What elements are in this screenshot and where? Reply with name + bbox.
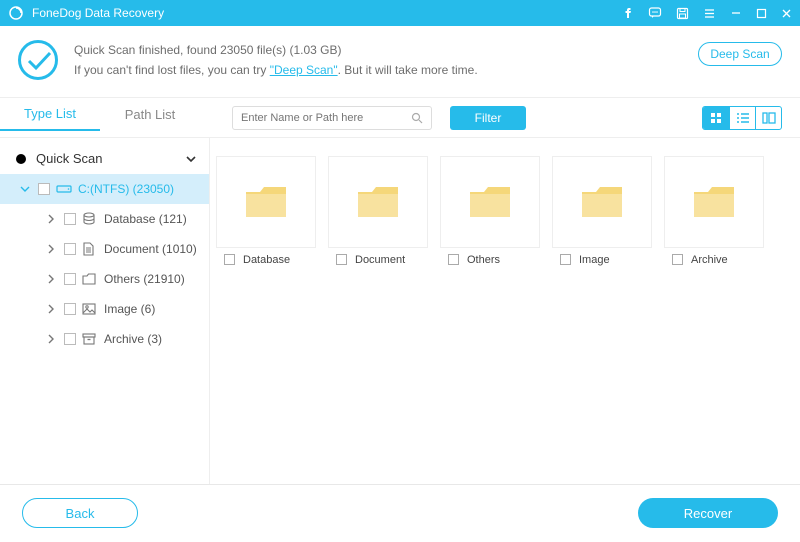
- checkbox[interactable]: [64, 333, 76, 345]
- tree-item-label: Archive (3): [104, 332, 162, 346]
- recover-button[interactable]: Recover: [638, 498, 778, 528]
- filter-button[interactable]: Filter: [450, 106, 526, 130]
- checkbox[interactable]: [64, 303, 76, 315]
- facebook-icon[interactable]: [622, 7, 634, 19]
- banner-text: Quick Scan finished, found 23050 file(s)…: [74, 40, 698, 81]
- view-toggle: [702, 106, 782, 130]
- folder-label: Image: [579, 254, 610, 266]
- check-circle-icon: [18, 40, 58, 80]
- search-box[interactable]: [232, 106, 432, 130]
- folder-icon: [692, 184, 736, 220]
- folder-icon: [244, 184, 288, 220]
- chevron-right-icon[interactable]: [44, 334, 58, 344]
- scan-summary: Quick Scan finished, found 23050 file(s)…: [74, 40, 698, 60]
- app-logo-icon: [8, 5, 24, 21]
- deep-scan-button[interactable]: Deep Scan: [698, 42, 782, 66]
- folder-icon: [468, 184, 512, 220]
- database-icon: [82, 212, 98, 226]
- chevron-right-icon[interactable]: [44, 304, 58, 314]
- folder-thumb: [440, 156, 540, 248]
- folder-label: Database: [243, 254, 290, 266]
- app-title: FoneDog Data Recovery: [32, 6, 622, 20]
- save-icon[interactable]: [676, 7, 689, 20]
- tree-item-label: Image (6): [104, 302, 155, 316]
- folder-grid: Database Document Others Image Archive: [210, 138, 800, 484]
- back-button[interactable]: Back: [22, 498, 138, 528]
- chevron-down-icon[interactable]: [18, 184, 32, 194]
- folder-thumb: [328, 156, 428, 248]
- search-icon[interactable]: [411, 112, 423, 124]
- chevron-right-icon[interactable]: [44, 214, 58, 224]
- tree-drive[interactable]: C:(NTFS) (23050): [0, 174, 209, 204]
- main-body: Quick Scan C:(NTFS) (23050) Database (12…: [0, 138, 800, 484]
- search-input[interactable]: [241, 112, 411, 124]
- chevron-down-icon[interactable]: [185, 153, 197, 165]
- minimize-icon[interactable]: [730, 7, 742, 19]
- drive-icon: [56, 182, 72, 196]
- folder-label: Archive: [691, 254, 728, 266]
- window-controls: [622, 6, 792, 20]
- menu-icon[interactable]: [703, 7, 716, 20]
- deep-scan-link[interactable]: "Deep Scan": [270, 63, 338, 77]
- view-grid-icon[interactable]: [703, 107, 729, 129]
- tree-item-label: Database (121): [104, 212, 187, 226]
- sidebar-tree: Quick Scan C:(NTFS) (23050) Database (12…: [0, 138, 210, 484]
- scan-result-banner: Quick Scan finished, found 23050 file(s)…: [0, 26, 800, 98]
- folder-thumb: [552, 156, 652, 248]
- view-detail-icon[interactable]: [755, 107, 781, 129]
- chevron-right-icon[interactable]: [44, 244, 58, 254]
- folder-thumb: [216, 156, 316, 248]
- title-bar: FoneDog Data Recovery: [0, 0, 800, 26]
- chevron-right-icon[interactable]: [44, 274, 58, 284]
- checkbox[interactable]: [64, 273, 76, 285]
- folder-icon: [356, 184, 400, 220]
- scan-hint: If you can't find lost files, you can tr…: [74, 60, 698, 80]
- checkbox[interactable]: [448, 254, 459, 265]
- checkbox[interactable]: [64, 213, 76, 225]
- toolbar: Type List Path List Filter: [0, 98, 800, 138]
- tree-item-image[interactable]: Image (6): [0, 294, 209, 324]
- maximize-icon[interactable]: [756, 8, 767, 19]
- tree-item-label: Others (21910): [104, 272, 185, 286]
- view-list-icon[interactable]: [729, 107, 755, 129]
- folder-icon: [580, 184, 624, 220]
- folder-card[interactable]: Others: [440, 156, 542, 466]
- tree-item-archive[interactable]: Archive (3): [0, 324, 209, 354]
- tree-drive-label: C:(NTFS) (23050): [78, 182, 174, 196]
- feedback-icon[interactable]: [648, 6, 662, 20]
- image-icon: [82, 302, 98, 316]
- checkbox[interactable]: [560, 254, 571, 265]
- tree-item-label: Document (1010): [104, 242, 197, 256]
- folder-card[interactable]: Image: [552, 156, 654, 466]
- checkbox[interactable]: [672, 254, 683, 265]
- folder-label: Document: [355, 254, 405, 266]
- checkbox[interactable]: [336, 254, 347, 265]
- checkbox[interactable]: [64, 243, 76, 255]
- tab-path-list[interactable]: Path List: [100, 107, 200, 130]
- folder-card[interactable]: Archive: [664, 156, 766, 466]
- tree-root-quick-scan[interactable]: Quick Scan: [0, 144, 209, 174]
- tree-item-others[interactable]: Others (21910): [0, 264, 209, 294]
- checkbox[interactable]: [38, 183, 50, 195]
- tree-item-database[interactable]: Database (121): [0, 204, 209, 234]
- document-icon: [82, 242, 98, 256]
- folder-label: Others: [467, 254, 500, 266]
- folder-icon: [82, 272, 98, 286]
- tree-root-label: Quick Scan: [36, 151, 102, 166]
- checkbox[interactable]: [224, 254, 235, 265]
- archive-icon: [82, 332, 98, 346]
- close-icon[interactable]: [781, 8, 792, 19]
- bullet-icon: [16, 154, 26, 164]
- footer: Back Recover: [0, 484, 800, 542]
- tree-item-document[interactable]: Document (1010): [0, 234, 209, 264]
- folder-thumb: [664, 156, 764, 248]
- folder-card[interactable]: Document: [328, 156, 430, 466]
- tab-type-list[interactable]: Type List: [0, 106, 100, 131]
- folder-card[interactable]: Database: [216, 156, 318, 466]
